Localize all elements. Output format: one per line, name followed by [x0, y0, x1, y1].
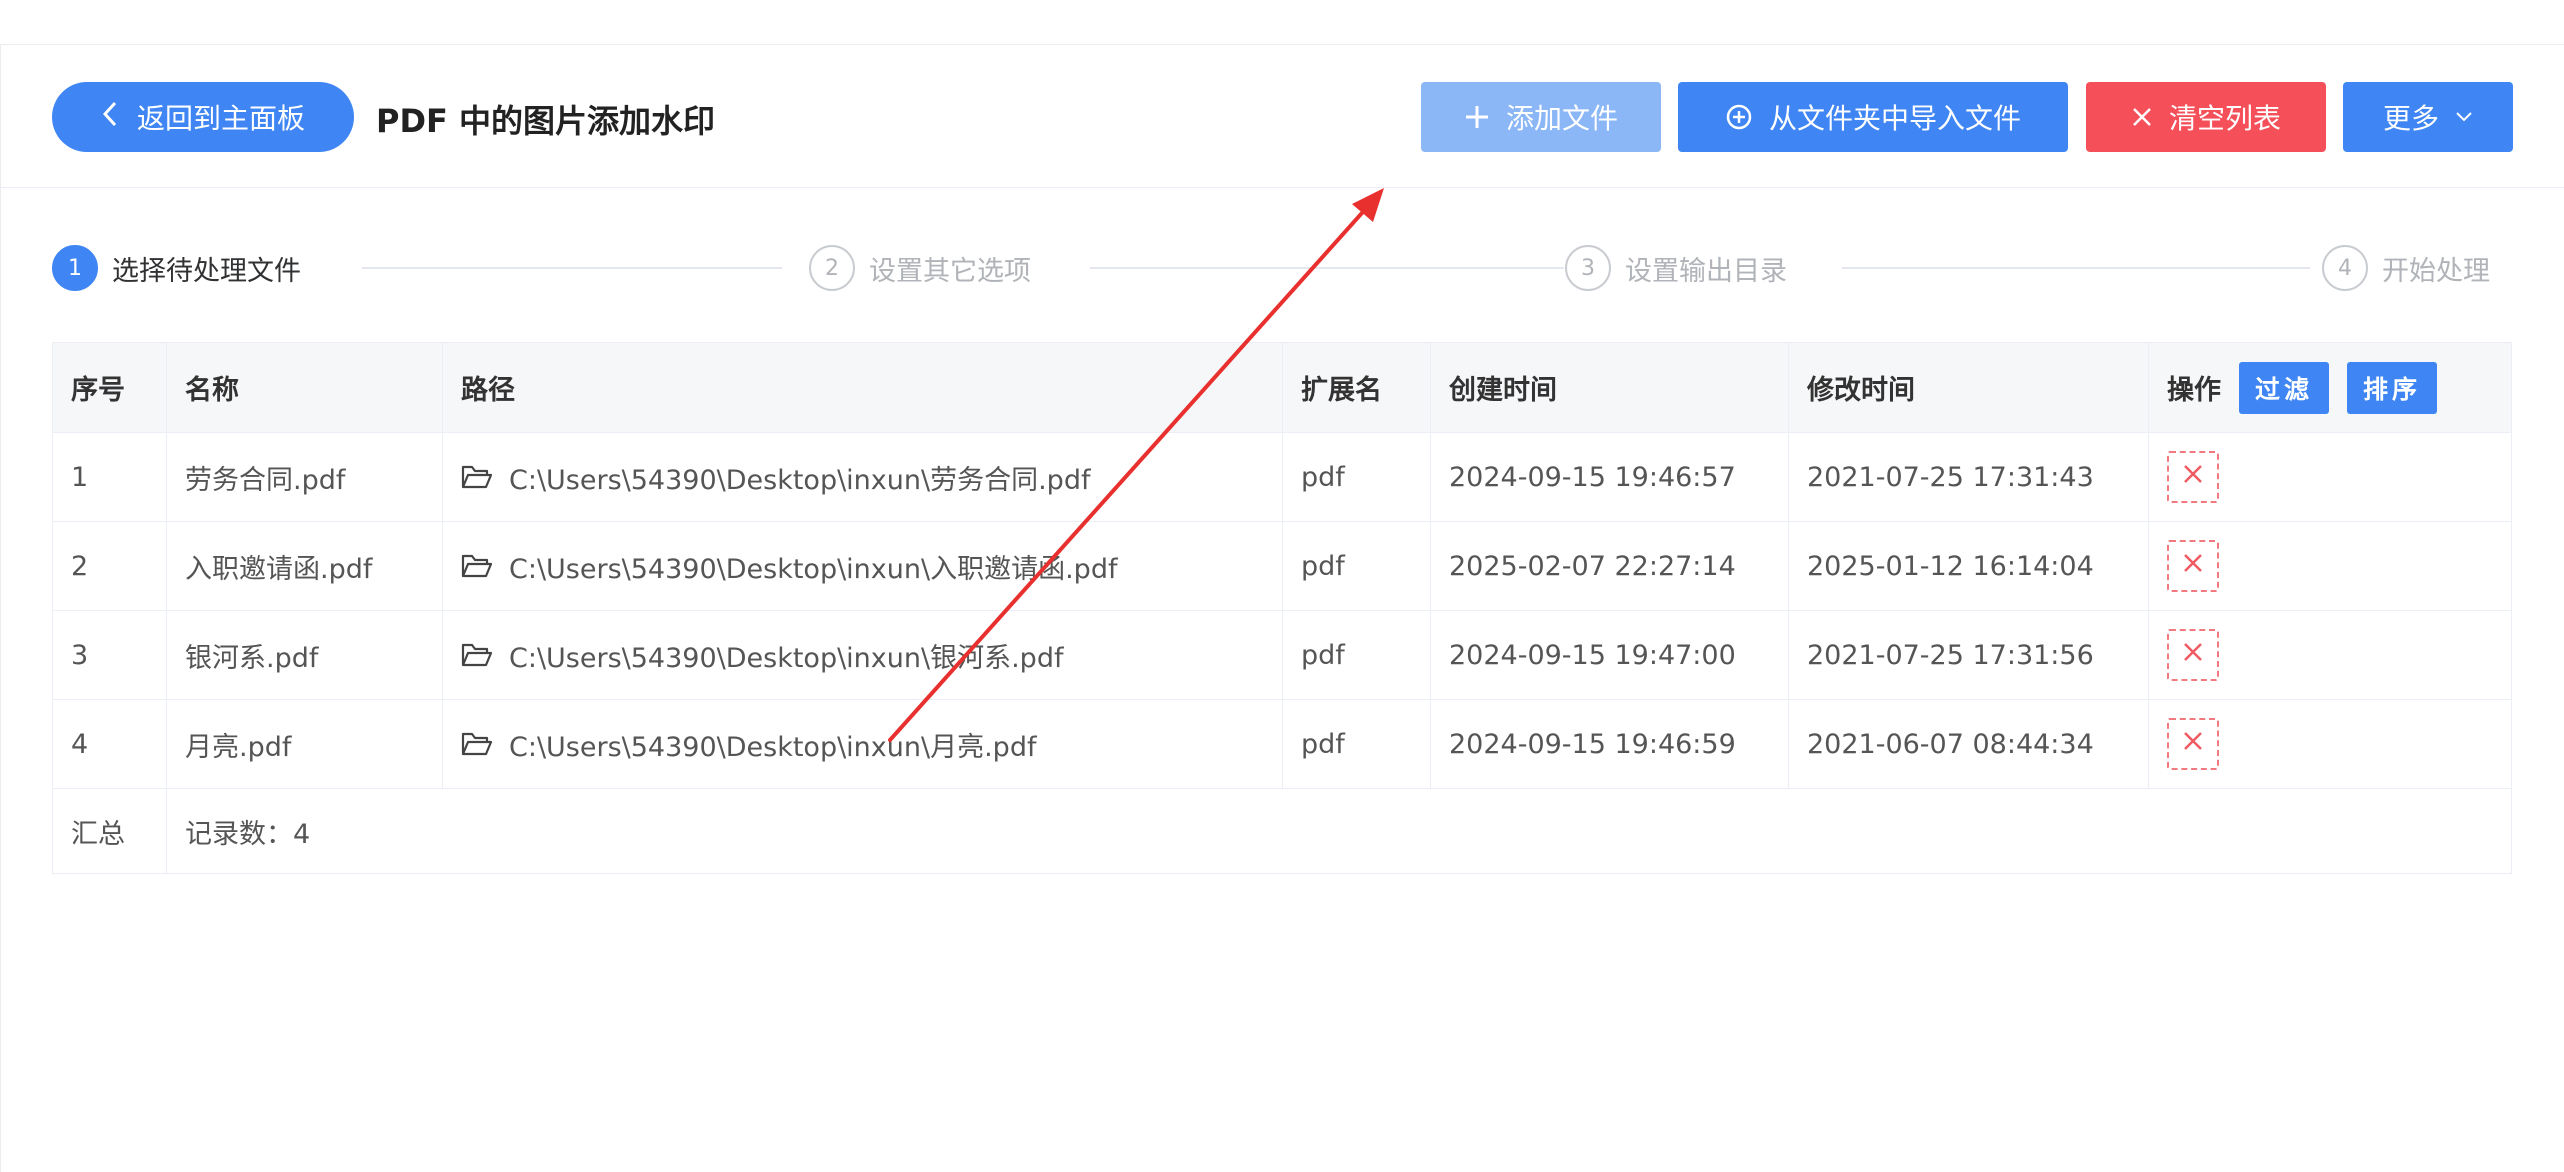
actions-header: 操作 过滤 排序 — [2149, 343, 2511, 432]
more-button[interactable]: 更多 — [2343, 82, 2513, 152]
file-path-cell: C:\Users\54390\Desktop\inxun\月亮.pdf — [443, 700, 1283, 788]
folder-open-icon[interactable] — [461, 464, 493, 490]
step-select-files[interactable]: 1 选择待处理文件 — [52, 244, 301, 292]
import-folder-label: 从文件夹中导入文件 — [1768, 102, 2021, 135]
column-header: 扩展名 — [1283, 343, 1431, 432]
step-label: 设置其它选项 — [869, 255, 1031, 287]
column-header: 名称 — [167, 343, 443, 432]
delete-row-button[interactable] — [2167, 540, 2219, 592]
modified-time: 2021-07-25 17:31:56 — [1789, 611, 2149, 699]
row-index: 1 — [53, 433, 167, 521]
file-path: C:\Users\54390\Desktop\inxun\入职邀请函.pdf — [509, 553, 1118, 585]
step-label: 选择待处理文件 — [112, 255, 301, 287]
file-path: C:\Users\54390\Desktop\inxun\月亮.pdf — [509, 731, 1037, 763]
delete-row-button[interactable] — [2167, 629, 2219, 681]
file-name: 劳务合同.pdf — [167, 433, 443, 521]
step-number: 4 — [2322, 245, 2368, 291]
page-title: PDF 中的图片添加水印 — [376, 102, 716, 140]
column-header: 操作 — [2167, 375, 2221, 406]
row-index: 3 — [53, 611, 167, 699]
more-label: 更多 — [2382, 102, 2439, 135]
folder-open-icon[interactable] — [461, 731, 493, 757]
close-icon — [2181, 640, 2205, 671]
row-actions — [2149, 433, 2511, 521]
step-number: 2 — [809, 245, 855, 291]
file-path: C:\Users\54390\Desktop\inxun\银河系.pdf — [509, 642, 1064, 674]
table-row[interactable]: 3 银河系.pdf C:\Users\54390\Desktop\inxun\银… — [53, 611, 2511, 700]
chevron-down-icon — [2455, 111, 2473, 123]
column-header: 序号 — [53, 343, 167, 432]
modified-time: 2021-06-07 08:44:34 — [1789, 700, 2149, 788]
created-time: 2024-09-15 19:46:59 — [1431, 700, 1789, 788]
add-file-label: 添加文件 — [1505, 102, 1618, 135]
file-path-cell: C:\Users\54390\Desktop\inxun\银河系.pdf — [443, 611, 1283, 699]
delete-row-button[interactable] — [2167, 718, 2219, 770]
chevron-left-icon — [101, 100, 119, 135]
file-extension: pdf — [1283, 522, 1431, 610]
sort-button[interactable]: 排序 — [2347, 361, 2438, 414]
folder-open-icon[interactable] — [461, 642, 493, 668]
file-extension: pdf — [1283, 700, 1431, 788]
column-header: 创建时间 — [1431, 343, 1789, 432]
step-label: 开始处理 — [2382, 255, 2490, 287]
created-time: 2024-09-15 19:47:00 — [1431, 611, 1789, 699]
filter-button[interactable]: 过滤 — [2239, 361, 2330, 414]
close-icon — [2181, 729, 2205, 760]
created-time: 2025-02-07 22:27:14 — [1431, 522, 1789, 610]
column-header: 修改时间 — [1789, 343, 2149, 432]
step-number: 3 — [1565, 245, 1611, 291]
folder-open-icon[interactable] — [461, 553, 493, 579]
table-row[interactable]: 2 入职邀请函.pdf C:\Users\54390\Desktop\inxun… — [53, 522, 2511, 611]
file-path-cell: C:\Users\54390\Desktop\inxun\劳务合同.pdf — [443, 433, 1283, 521]
step-connector — [1090, 267, 1564, 269]
circle-plus-icon — [1725, 103, 1753, 131]
row-actions — [2149, 700, 2511, 788]
clear-list-label: 清空列表 — [2168, 102, 2281, 135]
created-time: 2024-09-15 19:46:57 — [1431, 433, 1789, 521]
clear-list-button[interactable]: 清空列表 — [2086, 82, 2326, 152]
file-extension: pdf — [1283, 433, 1431, 521]
file-extension: pdf — [1283, 611, 1431, 699]
column-header: 路径 — [443, 343, 1283, 432]
back-to-main-button[interactable]: 返回到主面板 — [52, 82, 354, 152]
record-count: 记录数：4 — [185, 818, 311, 850]
file-name: 月亮.pdf — [167, 700, 443, 788]
close-icon — [2181, 551, 2205, 582]
close-icon — [2181, 462, 2205, 493]
row-actions — [2149, 611, 2511, 699]
table-row[interactable]: 1 劳务合同.pdf C:\Users\54390\Desktop\inxun\… — [53, 433, 2511, 522]
row-index: 4 — [53, 700, 167, 788]
file-table: 序号 名称 路径 扩展名 创建时间 修改时间 操作 过滤 排序 1 劳务合同.p… — [52, 342, 2512, 874]
table-row[interactable]: 4 月亮.pdf C:\Users\54390\Desktop\inxun\月亮… — [53, 700, 2511, 789]
modified-time: 2021-07-25 17:31:43 — [1789, 433, 2149, 521]
file-name: 入职邀请函.pdf — [167, 522, 443, 610]
file-path: C:\Users\54390\Desktop\inxun\劳务合同.pdf — [509, 464, 1091, 496]
summary-row: 汇总 记录数：4 — [53, 789, 2511, 873]
step-connector — [362, 267, 782, 269]
step-label: 设置输出目录 — [1625, 255, 1787, 287]
table-header: 序号 名称 路径 扩展名 创建时间 修改时间 操作 过滤 排序 — [53, 343, 2511, 433]
step-number: 1 — [52, 245, 98, 291]
back-button-label: 返回到主面板 — [136, 102, 305, 135]
step-other-options[interactable]: 2 设置其它选项 — [809, 244, 1031, 292]
file-name: 银河系.pdf — [167, 611, 443, 699]
close-icon — [2131, 106, 2153, 128]
step-connector — [1842, 267, 2310, 269]
delete-row-button[interactable] — [2167, 451, 2219, 503]
summary-label: 汇总 — [53, 789, 167, 873]
plus-icon — [1464, 104, 1490, 130]
modified-time: 2025-01-12 16:14:04 — [1789, 522, 2149, 610]
step-start-processing[interactable]: 4 开始处理 — [2322, 244, 2490, 292]
import-from-folder-button[interactable]: 从文件夹中导入文件 — [1678, 82, 2068, 152]
row-actions — [2149, 522, 2511, 610]
file-path-cell: C:\Users\54390\Desktop\inxun\入职邀请函.pdf — [443, 522, 1283, 610]
add-file-button[interactable]: 添加文件 — [1421, 82, 1661, 152]
row-index: 2 — [53, 522, 167, 610]
step-output-directory[interactable]: 3 设置输出目录 — [1565, 244, 1787, 292]
